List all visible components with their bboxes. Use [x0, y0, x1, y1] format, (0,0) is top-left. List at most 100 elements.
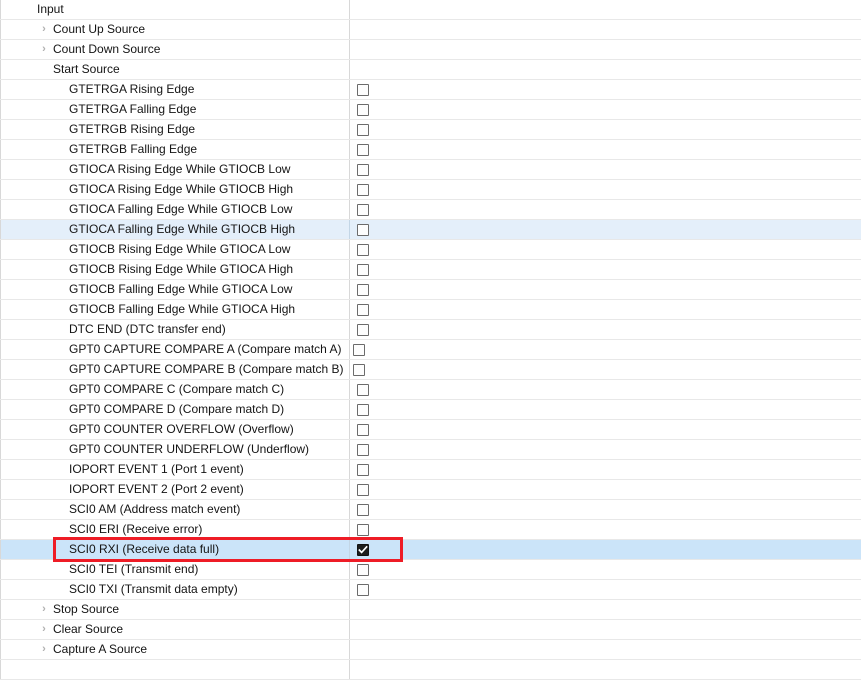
tree-row[interactable]: GPT0 CAPTURE COMPARE B (Compare match B): [0, 360, 861, 380]
tree-row[interactable]: GTIOCB Rising Edge While GTIOCA Low: [0, 240, 861, 260]
tree-row[interactable]: SCI0 ERI (Receive error): [0, 520, 861, 540]
tree-row-label-cell[interactable]: GTIOCA Falling Edge While GTIOCB High: [0, 220, 350, 239]
checkbox-unchecked[interactable]: [357, 324, 369, 336]
tree-row-label-cell[interactable]: IOPORT EVENT 2 (Port 2 event): [0, 480, 350, 499]
chevron-down-icon[interactable]: ⱟ: [37, 60, 51, 79]
tree-row-label-cell[interactable]: GTIOCB Falling Edge While GTIOCA Low: [0, 280, 350, 299]
tree-row[interactable]: GTETRGA Rising Edge: [0, 80, 861, 100]
tree-row[interactable]: ⱟ Start Source: [0, 60, 861, 80]
checkbox-unchecked[interactable]: [357, 504, 369, 516]
tree-row[interactable]: DTC END (DTC transfer end): [0, 320, 861, 340]
checkbox-unchecked[interactable]: [357, 384, 369, 396]
tree-row-label-cell[interactable]: ⱟ Start Source: [0, 60, 350, 79]
tree-row[interactable]: GTIOCA Rising Edge While GTIOCB Low: [0, 160, 861, 180]
tree-row-value-cell[interactable]: [351, 120, 861, 139]
checkbox-unchecked[interactable]: [357, 524, 369, 536]
chevron-right-icon[interactable]: ›: [37, 20, 51, 39]
tree-row[interactable]: › Count Down Source: [0, 40, 861, 60]
tree-row-label-cell[interactable]: GTIOCB Falling Edge While GTIOCA High: [0, 300, 350, 319]
checkbox-checked[interactable]: [357, 544, 369, 556]
tree-row-value-cell[interactable]: [351, 0, 861, 19]
checkbox-unchecked[interactable]: [357, 144, 369, 156]
tree-row-value-cell[interactable]: [351, 600, 861, 619]
tree-row[interactable]: › Clear Source: [0, 620, 861, 640]
tree-row-label-cell[interactable]: GTIOCA Rising Edge While GTIOCB High: [0, 180, 350, 199]
tree-row[interactable]: › Capture A Source: [0, 640, 861, 660]
chevron-right-icon[interactable]: ›: [37, 600, 51, 619]
checkbox-unchecked[interactable]: [357, 404, 369, 416]
tree-row-value-cell[interactable]: [351, 620, 861, 639]
tree-row-value-cell[interactable]: [351, 100, 861, 119]
tree-row[interactable]: GPT0 COUNTER OVERFLOW (Overflow): [0, 420, 861, 440]
checkbox-unchecked[interactable]: [357, 244, 369, 256]
tree-row-value-cell[interactable]: [351, 380, 861, 399]
checkbox-unchecked[interactable]: [357, 164, 369, 176]
tree-row-value-cell[interactable]: [351, 480, 861, 499]
checkbox-unchecked[interactable]: [357, 424, 369, 436]
checkbox-unchecked[interactable]: [357, 224, 369, 236]
tree-row[interactable]: SCI0 TXI (Transmit data empty): [0, 580, 861, 600]
tree-row-value-cell[interactable]: [351, 140, 861, 159]
tree-row[interactable]: IOPORT EVENT 2 (Port 2 event): [0, 480, 861, 500]
tree-row[interactable]: › Stop Source: [0, 600, 861, 620]
tree-row-label-cell[interactable]: GTETRGA Falling Edge: [0, 100, 350, 119]
checkbox-unchecked[interactable]: [357, 284, 369, 296]
tree-row-value-cell[interactable]: [351, 280, 861, 299]
tree-row[interactable]: GPT0 COMPARE C (Compare match C): [0, 380, 861, 400]
checkbox-unchecked[interactable]: [357, 444, 369, 456]
tree-row[interactable]: GTIOCA Falling Edge While GTIOCB Low: [0, 200, 861, 220]
tree-row-label-cell[interactable]: GTETRGA Rising Edge: [0, 80, 350, 99]
tree-row-value-cell[interactable]: [351, 20, 861, 39]
tree-row-label-cell[interactable]: › Clear Source: [0, 620, 350, 639]
tree-row-value-cell[interactable]: [351, 500, 861, 519]
tree-row-label-cell[interactable]: GTIOCB Rising Edge While GTIOCA Low: [0, 240, 350, 259]
tree-row-label-cell[interactable]: DTC END (DTC transfer end): [0, 320, 350, 339]
tree-row-label-cell[interactable]: SCI0 AM (Address match event): [0, 500, 350, 519]
tree-row-label-cell[interactable]: GTIOCB Rising Edge While GTIOCA High: [0, 260, 350, 279]
chevron-down-icon[interactable]: ⱟ: [21, 0, 35, 19]
tree-row-value-cell[interactable]: [351, 640, 861, 659]
tree-row-value-cell[interactable]: [351, 180, 861, 199]
tree-row-value-cell[interactable]: [351, 420, 861, 439]
tree-row-value-cell[interactable]: [351, 300, 861, 319]
checkbox-unchecked[interactable]: [357, 124, 369, 136]
tree-row-value-cell[interactable]: [351, 320, 861, 339]
tree-row-value-cell[interactable]: [351, 160, 861, 179]
tree-row-label-cell[interactable]: › Stop Source: [0, 600, 350, 619]
tree-row-label-cell[interactable]: › Count Down Source: [0, 40, 350, 59]
tree-row[interactable]: SCI0 RXI (Receive data full): [0, 540, 861, 560]
tree-row[interactable]: GTIOCA Falling Edge While GTIOCB High: [0, 220, 861, 240]
tree-row[interactable]: [0, 660, 861, 680]
checkbox-unchecked[interactable]: [357, 184, 369, 196]
tree-row-label-cell[interactable]: GPT0 COUNTER UNDERFLOW (Underflow): [0, 440, 350, 459]
chevron-right-icon[interactable]: ›: [37, 620, 51, 639]
tree-row-value-cell[interactable]: [351, 580, 861, 599]
checkbox-unchecked[interactable]: [357, 264, 369, 276]
tree-row[interactable]: SCI0 AM (Address match event): [0, 500, 861, 520]
checkbox-unchecked[interactable]: [357, 304, 369, 316]
tree-row-label-cell[interactable]: GPT0 COUNTER OVERFLOW (Overflow): [0, 420, 350, 439]
tree-row[interactable]: IOPORT EVENT 1 (Port 1 event): [0, 460, 861, 480]
tree-row-label-cell[interactable]: GTETRGB Falling Edge: [0, 140, 350, 159]
tree-row-value-cell[interactable]: [351, 440, 861, 459]
tree-row-value-cell[interactable]: [351, 540, 861, 559]
tree-row[interactable]: SCI0 TEI (Transmit end): [0, 560, 861, 580]
tree-row-value-cell[interactable]: [351, 260, 861, 279]
checkbox-unchecked[interactable]: [353, 364, 365, 376]
checkbox-unchecked[interactable]: [357, 204, 369, 216]
tree-row[interactable]: GTIOCB Rising Edge While GTIOCA High: [0, 260, 861, 280]
tree-row-label-cell[interactable]: GTIOCA Rising Edge While GTIOCB Low: [0, 160, 350, 179]
tree-row-label-cell[interactable]: › Capture A Source: [0, 640, 350, 659]
checkbox-unchecked[interactable]: [357, 564, 369, 576]
tree-row-label-cell[interactable]: SCI0 RXI (Receive data full): [0, 540, 350, 559]
tree-row-label-cell[interactable]: › Count Up Source: [0, 20, 350, 39]
tree-row[interactable]: GPT0 CAPTURE COMPARE A (Compare match A): [0, 340, 861, 360]
checkbox-unchecked[interactable]: [357, 464, 369, 476]
tree-row[interactable]: GTETRGA Falling Edge: [0, 100, 861, 120]
tree-row-label-cell[interactable]: GPT0 COMPARE C (Compare match C): [0, 380, 350, 399]
tree-row[interactable]: GTIOCA Rising Edge While GTIOCB High: [0, 180, 861, 200]
tree-row[interactable]: GTETRGB Falling Edge: [0, 140, 861, 160]
tree-row-label-cell[interactable]: ⱟ Input: [0, 0, 350, 19]
tree-row[interactable]: GTIOCB Falling Edge While GTIOCA High: [0, 300, 861, 320]
tree-row-value-cell[interactable]: [351, 460, 861, 479]
